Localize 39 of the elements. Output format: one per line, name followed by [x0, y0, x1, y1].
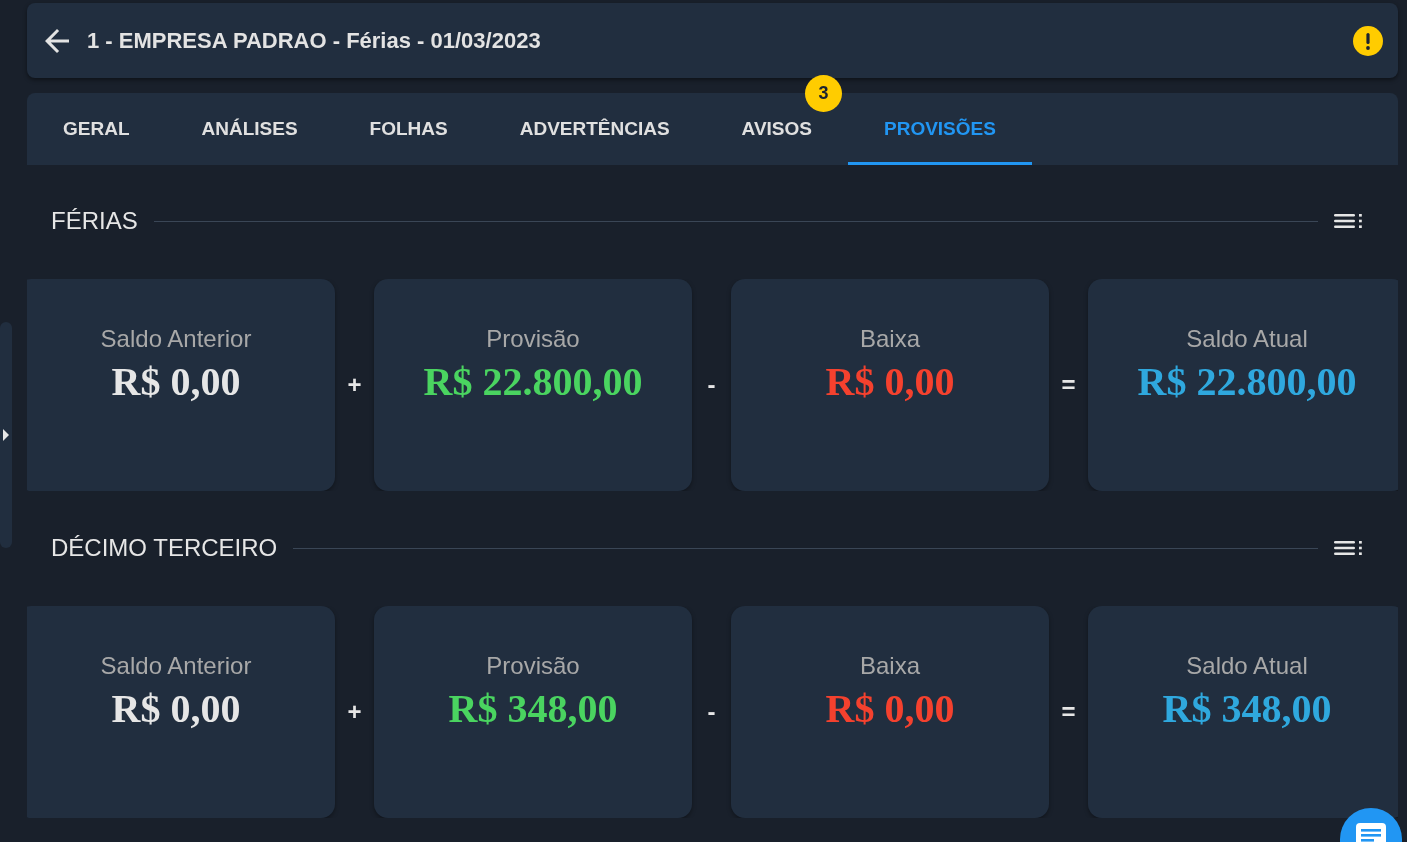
card-value: R$ 348,00: [1162, 685, 1332, 733]
back-button[interactable]: [45, 28, 69, 53]
caret-right-icon: [3, 429, 9, 441]
card-label: Provisão: [486, 324, 580, 354]
tab[interactable]: FOLHAS: [333, 93, 484, 165]
card-value: R$ 22.800,00: [1137, 358, 1357, 406]
operator-sign: +: [347, 698, 362, 726]
list-menu-icon[interactable]: [1334, 541, 1362, 555]
tab[interactable]: PROVISÕES: [848, 93, 1032, 165]
operator-sign: =: [1061, 371, 1076, 399]
drawer-handle[interactable]: [0, 322, 12, 548]
card-label: Baixa: [859, 651, 920, 681]
operator-sign: -: [707, 371, 716, 399]
card-label: Saldo Anterior: [100, 651, 252, 681]
count-badge: 3: [805, 75, 842, 112]
operator-sign: +: [347, 371, 362, 399]
card-value: R$ 348,00: [448, 685, 618, 733]
card-value: R$ 22.800,00: [423, 358, 643, 406]
tab[interactable]: GERAL: [27, 93, 166, 165]
card-label: Saldo Anterior: [100, 324, 252, 354]
section-title: FÉRIAS: [51, 207, 138, 235]
card-value: R$ 0,00: [825, 685, 955, 733]
list-menu-icon[interactable]: [1334, 214, 1362, 228]
card-value: R$ 0,00: [825, 358, 955, 406]
page-title: 1 - EMPRESA PADRAO - Férias - 01/03/2023: [87, 27, 541, 54]
card-label: Baixa: [859, 324, 920, 354]
message-icon: [1356, 823, 1386, 842]
arrow-left-icon: [45, 28, 69, 53]
card-label: Saldo Atual: [1186, 324, 1308, 354]
card-value: R$ 0,00: [111, 358, 241, 406]
warning-icon[interactable]: [1353, 25, 1383, 56]
card-label: Saldo Atual: [1186, 651, 1308, 681]
tab[interactable]: ANÁLISES: [165, 93, 334, 165]
card-label: Provisão: [486, 651, 580, 681]
operator-sign: =: [1061, 698, 1076, 726]
section-title: DÉCIMO TERCEIRO: [51, 534, 278, 562]
tab[interactable]: ADVERTÊNCIAS: [483, 93, 706, 165]
card-value: R$ 0,00: [111, 685, 241, 733]
operator-sign: -: [707, 698, 716, 726]
